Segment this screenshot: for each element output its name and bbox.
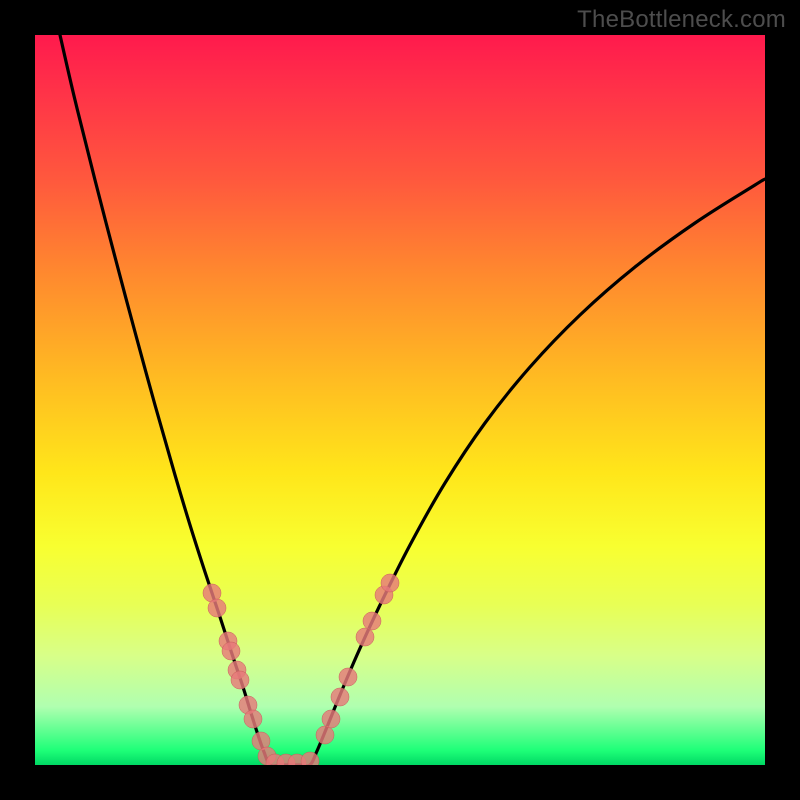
data-point bbox=[363, 612, 381, 630]
watermark-text: TheBottleneck.com bbox=[577, 6, 786, 34]
chart-svg bbox=[35, 35, 765, 765]
chart-frame: TheBottleneck.com bbox=[0, 0, 800, 800]
bottleneck-curve bbox=[60, 35, 765, 765]
data-point bbox=[322, 710, 340, 728]
data-point bbox=[208, 599, 226, 617]
data-markers bbox=[203, 574, 399, 765]
data-point bbox=[231, 671, 249, 689]
plot-area bbox=[35, 35, 765, 765]
data-point bbox=[222, 642, 240, 660]
data-point bbox=[331, 688, 349, 706]
data-point bbox=[356, 628, 374, 646]
data-point bbox=[339, 668, 357, 686]
data-point bbox=[244, 710, 262, 728]
data-point bbox=[381, 574, 399, 592]
data-point bbox=[316, 726, 334, 744]
